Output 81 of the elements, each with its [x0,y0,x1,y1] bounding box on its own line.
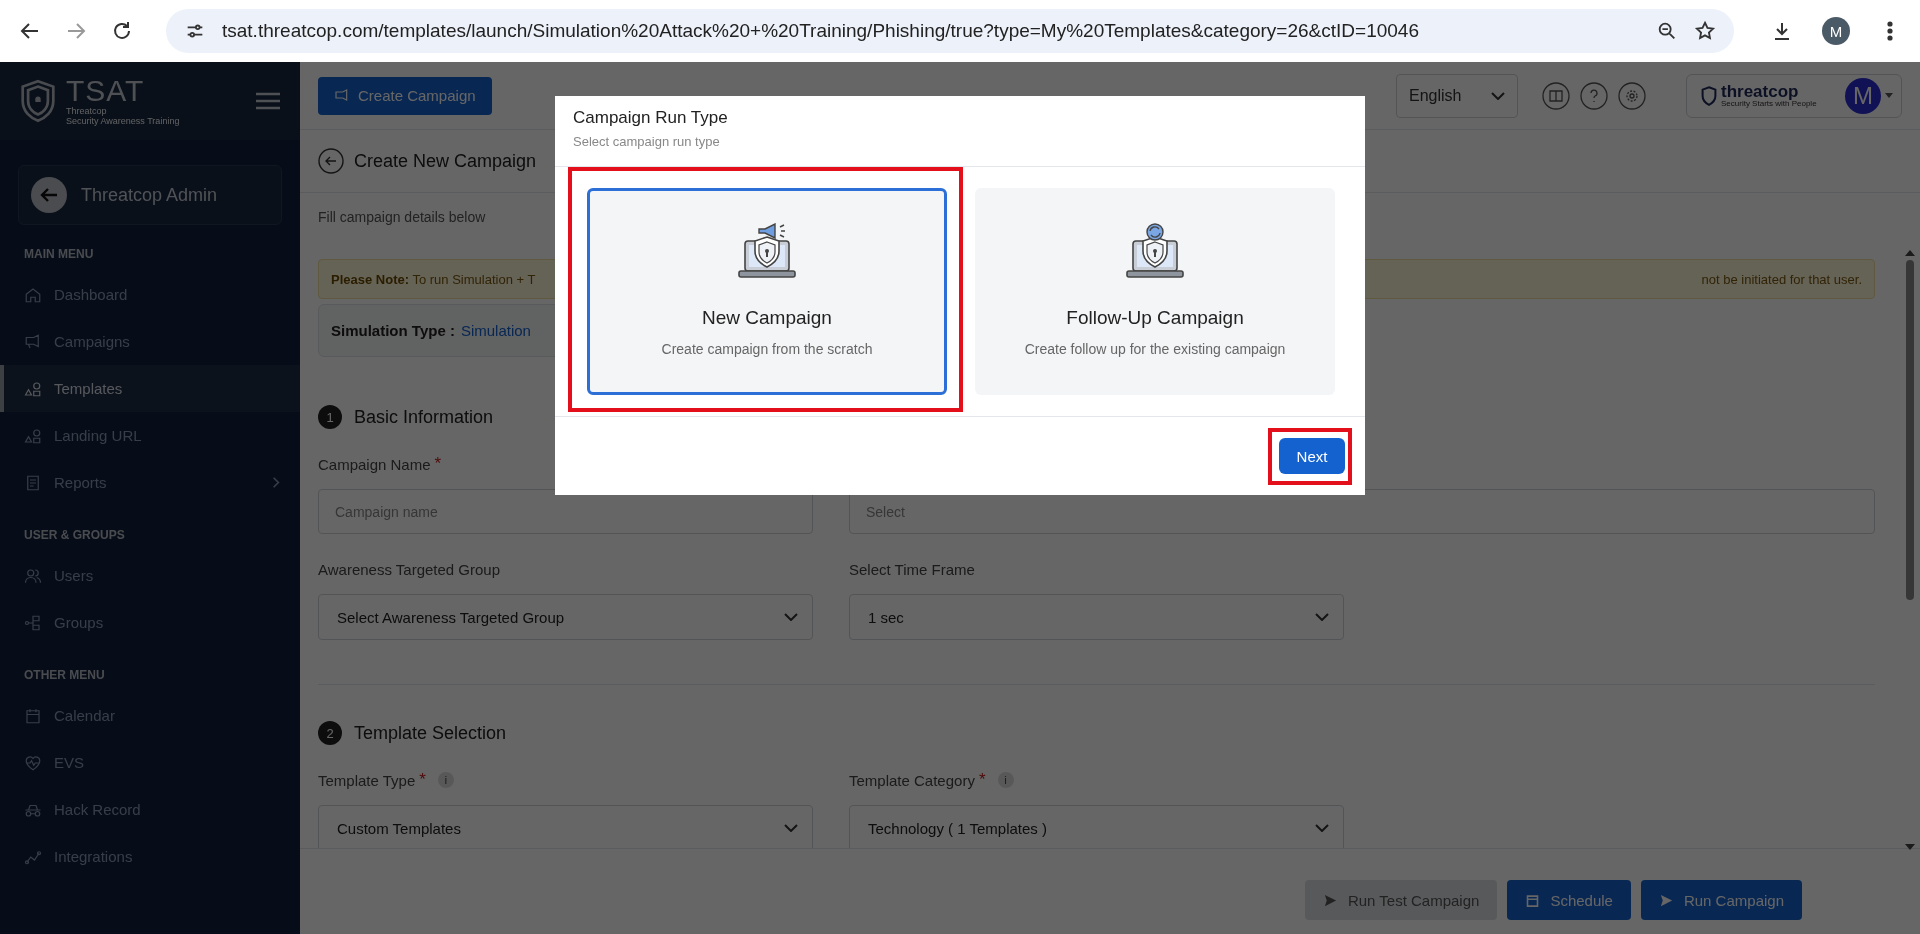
option-description: Create follow up for the existing campaign [1024,341,1286,357]
required-mark: * [978,770,986,790]
section-title: Template Selection [354,722,507,744]
send-icon [1322,892,1338,908]
step-number: 1 [318,405,342,429]
dialog-title: Campaign Run Type [573,108,729,128]
language-select[interactable]: English [1396,73,1518,118]
megaphone-icon [24,332,42,351]
field-label: Awareness Targeted Group [318,560,501,578]
option-description: Create campaign from the scratch [661,341,873,357]
logo-tagline: Security Awareness Training [66,116,180,126]
account-name: Threatcop Admin [81,184,218,206]
users-icon [24,566,42,585]
logo-text: TSAT [66,76,146,106]
option-card[interactable]: Follow-Up Campaign Create follow up for the existing campaign [975,188,1335,395]
option-title: New Campaign [702,307,832,329]
user-avatar: M [1845,77,1881,114]
simulation-type-value: Simulation [460,322,531,339]
shield-logo-icon [1701,85,1717,106]
step-number: 2 [318,721,342,745]
option-card[interactable]: New Campaign Create campaign from the scratch [587,188,947,395]
heart-pulse-icon [24,753,42,772]
profile-avatar[interactable]: M [1822,17,1850,45]
calendar-icon [1525,892,1541,908]
megaphone-icon [334,87,350,104]
menu-heading: MAIN MENU [23,246,95,263]
option-title: Follow-Up Campaign [1066,307,1244,329]
select-field[interactable]: Select Awareness Targeted Group [318,594,813,640]
select-field[interactable]: Custom Templates [318,805,813,848]
menu-heading: OTHER MENU [23,667,106,684]
url-text: tsat.threatcop.com/templates/launch/Simulation%20Attack%20+%20Training/Phishing/true?type=My%20Templates&category=26&ctID=10046 [222,20,1419,42]
dialog-subtitle: Select campaign run type [573,134,721,149]
page-subtitle: Fill campaign details below [318,208,487,227]
caret-icon [1885,93,1893,98]
notice-text: Please Note: To run Simulation + T [331,271,536,287]
field-label: Campaign Name [318,455,431,473]
scroll-up-icon[interactable] [1905,250,1915,256]
notice-text: not be initiated for that user. [1701,271,1862,287]
send-icon [1658,892,1674,908]
help-icon[interactable] [1580,81,1608,110]
section-title: Basic Information [354,406,494,428]
menu-heading: USER & GROUPS [23,527,126,544]
document-icon [24,473,42,492]
organization-badge[interactable]: threatcop Security Starts with People M [1686,73,1902,118]
shapes-icon [24,426,42,445]
select-field[interactable]: Technology ( 1 Templates ) [849,805,1344,848]
brand-name: threatcop [1721,83,1800,100]
book-icon[interactable] [1542,81,1570,110]
field-label: Select Time Frame [849,560,975,578]
field-label: Template Type [318,771,416,789]
create-campaign-button[interactable]: Create Campaign [318,76,492,115]
account-card[interactable]: Threatcop Admin [18,165,282,225]
logo-tagline: Threatcop [66,106,108,116]
scrollbar[interactable] [1904,250,1916,850]
scroll-thumb[interactable] [1906,260,1914,600]
address-bar[interactable]: tsat.threatcop.com/templates/launch/Simulation%20Attack%20+%20Training/Phishing/true?type=My%20Templates&category=26&ctID=10046 [166,9,1734,53]
settings-icon[interactable] [1618,81,1646,110]
select-field[interactable]: 1 sec [849,594,1344,640]
nodes-icon [24,613,42,632]
chevron-down-icon [784,613,798,621]
chevron-down-icon [784,824,798,832]
bookmark-star-icon[interactable] [1694,20,1716,42]
shapes-icon [24,379,42,398]
chevron-down-icon [1315,824,1329,832]
chevron-down-icon [1315,613,1329,621]
action-button[interactable]: Schedule [1507,880,1631,920]
required-mark: * [434,454,442,474]
brand-tagline: Security Starts with People [1721,100,1817,108]
field-label: Template Category [849,771,975,789]
next-button[interactable]: Next [1279,438,1345,474]
sidebar-item[interactable]: Templates [0,365,300,412]
shield-logo-icon [20,79,56,123]
action-button[interactable]: Run Campaign [1640,880,1802,920]
simulation-type-label: Simulation Type : [331,322,455,339]
zoom-icon[interactable] [1656,20,1678,42]
required-mark: * [419,770,426,790]
page-title: Create New Campaign [354,150,537,172]
scroll-down-icon[interactable] [1905,844,1915,850]
calendar-icon [24,706,42,725]
info-badge[interactable]: i [997,772,1014,788]
chevron-down-icon [1491,91,1505,100]
